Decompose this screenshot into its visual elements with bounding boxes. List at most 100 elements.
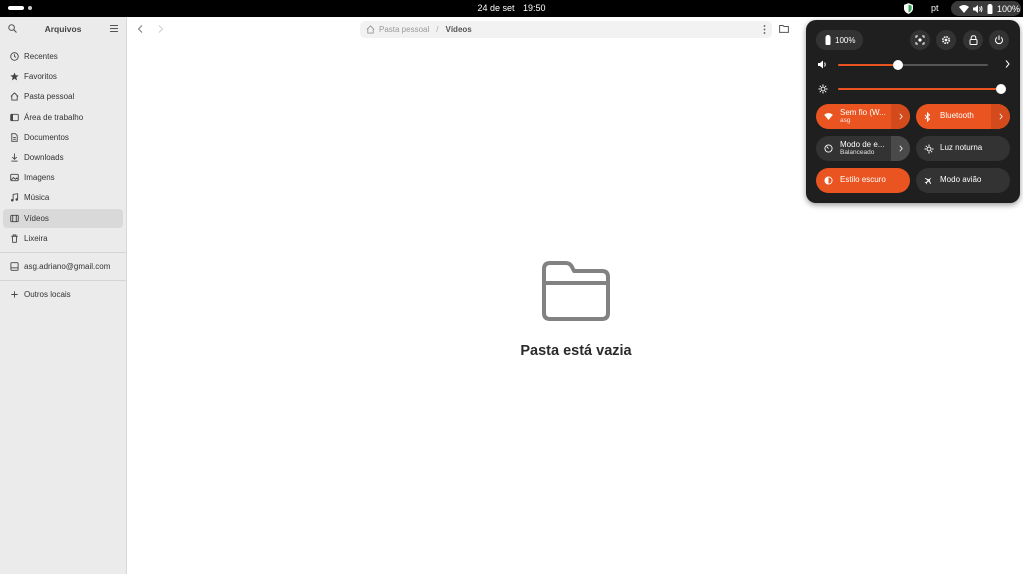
- battery-percentage: 100%: [835, 35, 856, 45]
- chevron-right-icon: [898, 145, 903, 152]
- star-icon: [10, 72, 19, 81]
- sidebar-item-account[interactable]: asg.adriano@gmail.com: [3, 257, 123, 276]
- sidebar-item-outros-locais[interactable]: Outros locais: [3, 285, 123, 304]
- brightness-slider-row: [818, 83, 1010, 95]
- trash-icon: [11, 234, 18, 243]
- sidebar-divider: [0, 251, 126, 253]
- kebab-menu-icon[interactable]: [763, 25, 766, 34]
- sidebar-item-favoritos[interactable]: Favoritos: [3, 67, 123, 86]
- sidebar-item-area-de-trabalho[interactable]: Área de trabalho: [3, 108, 123, 127]
- airplane-mode-toggle[interactable]: Modo avião: [916, 168, 1010, 193]
- brightness-icon: [818, 84, 828, 94]
- bluetooth-menu-arrow[interactable]: [991, 104, 1010, 129]
- download-icon: [11, 153, 18, 162]
- sidebar-item-label: Lixeira: [24, 233, 48, 243]
- clock-time: 19:50: [523, 3, 546, 13]
- bluetooth-toggle-label: Bluetooth: [940, 112, 974, 121]
- sidebar-item-label: Vídeos: [24, 213, 49, 223]
- main-header: Pasta pessoal / Vídeos: [128, 17, 806, 41]
- volume-slider-handle[interactable]: [893, 60, 903, 70]
- sidebar-item-musica[interactable]: Música: [3, 188, 123, 207]
- clock-icon: [10, 52, 19, 61]
- sidebar-item-videos[interactable]: Vídeos: [3, 208, 123, 228]
- settings-button[interactable]: [936, 30, 956, 50]
- empty-folder-message: Pasta está vazia: [520, 343, 632, 359]
- battery-button[interactable]: 100%: [816, 30, 863, 50]
- forward-arrow-icon[interactable]: [158, 25, 164, 33]
- sidebar-item-label: Downloads: [24, 152, 64, 162]
- system-status-menu[interactable]: 100%: [951, 1, 1021, 16]
- brightness-slider[interactable]: [838, 84, 1006, 94]
- screenshot-icon: [915, 35, 925, 45]
- night-light-toggle[interactable]: Luz noturna: [916, 136, 1010, 161]
- wifi-network-name: asg: [840, 117, 851, 125]
- breadcrumb-current[interactable]: Vídeos: [446, 25, 472, 34]
- desktop-icon: [10, 113, 19, 121]
- power-mode-value: Balanceado: [840, 149, 875, 157]
- power-menu-button[interactable]: [989, 30, 1009, 50]
- power-mode-menu-arrow[interactable]: [891, 136, 910, 161]
- wifi-icon: [824, 113, 834, 120]
- airplane-icon: [924, 176, 934, 185]
- back-arrow-icon[interactable]: [137, 25, 143, 33]
- breadcrumb-separator: /: [436, 25, 439, 34]
- sidebar-item-label: Música: [24, 193, 50, 203]
- sidebar-item-lixeira[interactable]: Lixeira: [3, 229, 123, 248]
- sidebar-item-imagens[interactable]: Imagens: [3, 168, 123, 187]
- battery-percentage: 100%: [997, 3, 1021, 14]
- sidebar-item-label: asg.adriano@gmail.com: [24, 261, 111, 271]
- volume-icon: [973, 4, 983, 13]
- image-icon: [10, 174, 19, 182]
- sidebar-item-label: Favoritos: [24, 72, 57, 82]
- gear-icon: [941, 35, 951, 45]
- sidebar-divider: [0, 279, 126, 281]
- power-mode-toggle-text: Modo de e... Balanceado: [840, 141, 891, 157]
- bluetooth-toggle[interactable]: Bluetooth: [916, 104, 1010, 129]
- night-light-icon: [924, 144, 934, 154]
- power-mode-icon: [824, 144, 834, 153]
- volume-slider[interactable]: [838, 60, 988, 70]
- screenshot-button[interactable]: [910, 30, 930, 50]
- wifi-menu-arrow[interactable]: [891, 104, 910, 129]
- video-icon: [10, 214, 19, 222]
- path-bar[interactable]: Pasta pessoal / Vídeos: [360, 21, 772, 38]
- battery-icon: [987, 3, 993, 14]
- bluetooth-icon: [924, 111, 934, 122]
- brightness-slider-handle[interactable]: [996, 84, 1006, 94]
- sidebar-item-label: Documentos: [24, 132, 69, 142]
- wifi-toggle-text: Sem fio (W... asg: [840, 109, 891, 125]
- clock-date: 24 de set: [477, 3, 515, 13]
- keyboard-language[interactable]: pt: [931, 3, 939, 13]
- sidebar-item-recentes[interactable]: Recentes: [3, 47, 123, 66]
- wifi-toggle[interactable]: Sem fio (W... asg: [816, 104, 910, 129]
- brightness-slider-fill: [838, 88, 1001, 90]
- home-icon: [10, 92, 19, 101]
- dark-style-toggle[interactable]: Estilo escuro: [816, 168, 910, 193]
- volume-icon: [818, 60, 826, 69]
- chevron-right-icon: [998, 113, 1003, 120]
- power-mode-toggle[interactable]: Modo de e... Balanceado: [816, 136, 910, 161]
- sidebar-header: Arquivos: [0, 17, 126, 41]
- sidebar-item-downloads[interactable]: Downloads: [3, 148, 123, 167]
- breadcrumb-parent[interactable]: Pasta pessoal: [379, 25, 429, 34]
- shield-icon[interactable]: [904, 3, 913, 14]
- drive-icon: [10, 261, 19, 271]
- sidebar-item-pasta-pessoal[interactable]: Pasta pessoal: [3, 87, 123, 106]
- app-title: Arquivos: [44, 24, 82, 34]
- lock-icon: [969, 35, 977, 45]
- folder-icon: [542, 261, 610, 321]
- chevron-right-icon: [898, 113, 903, 120]
- sidebar: Arquivos Recentes Favoritos Pasta pessoa…: [0, 17, 127, 574]
- volume-slider-fill: [838, 64, 898, 66]
- sidebar-item-label: Outros locais: [24, 289, 71, 299]
- new-folder-icon[interactable]: [779, 24, 789, 33]
- airplane-mode-label: Modo avião: [940, 176, 982, 185]
- hamburger-menu-icon[interactable]: [110, 25, 118, 32]
- night-light-label: Luz noturna: [940, 144, 983, 153]
- sidebar-item-label: Imagens: [24, 173, 55, 183]
- power-icon: [995, 35, 1003, 45]
- lock-screen-button[interactable]: [963, 30, 983, 50]
- sidebar-item-documentos[interactable]: Documentos: [3, 128, 123, 147]
- clock[interactable]: 24 de set 19:50: [0, 3, 1023, 13]
- chevron-right-icon[interactable]: [1005, 60, 1010, 68]
